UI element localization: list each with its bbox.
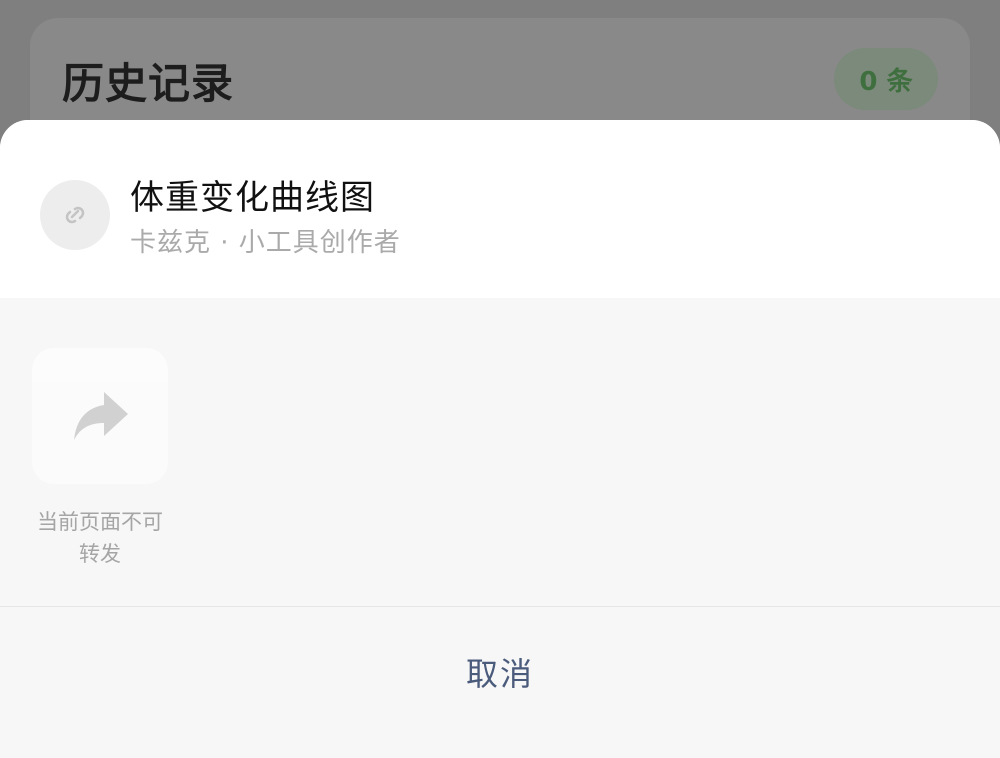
screen: 历史记录 0 条 体重变化曲线图 卡兹克 · 小工具创作者 当前页面不可 转发 <box>0 0 1000 758</box>
history-title: 历史记录 <box>62 59 235 108</box>
history-count-badge: 0 条 <box>834 48 938 110</box>
forward-label-line2: 转发 <box>79 542 121 566</box>
forward-button[interactable] <box>32 348 168 484</box>
mini-program-name: 体重变化曲线图 <box>130 178 375 218</box>
link-icon <box>65 206 85 224</box>
share-forward-icon <box>74 392 128 440</box>
cancel-area: 取消 <box>0 606 1000 758</box>
mini-program-subtitle: 卡兹克 · 小工具创作者 <box>130 228 401 258</box>
mini-program-header: 体重变化曲线图 卡兹克 · 小工具创作者 <box>0 120 1000 298</box>
forward-disabled-label: 当前页面不可 转发 <box>20 506 180 570</box>
cancel-button[interactable]: 取消 <box>0 607 1000 737</box>
forward-label-line1: 当前页面不可 <box>37 510 163 534</box>
mini-program-link-icon <box>40 180 110 250</box>
share-action-sheet: 体重变化曲线图 卡兹克 · 小工具创作者 当前页面不可 转发 取消 <box>0 120 1000 758</box>
